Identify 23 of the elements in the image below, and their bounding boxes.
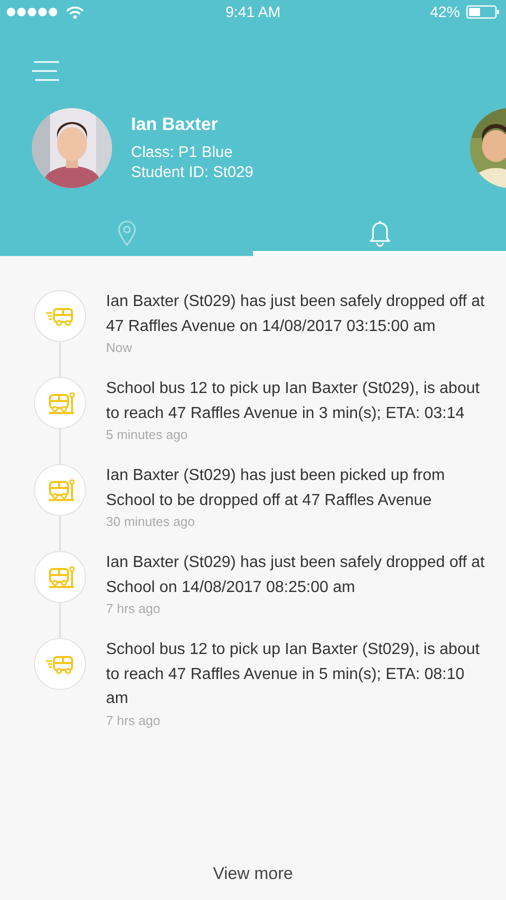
student-class: Class: P1 Blue [131, 142, 234, 162]
notification-text: Ian Baxter (St029) has just been safely dropped off at School on 14/08/2017 08:25:00 am [106, 553, 486, 598]
notification-text: Ian Baxter (St029) has just been picked up from School to be dropped off at 47 Raffles Avenue [106, 466, 446, 510]
notification-time: 7 hrs ago [106, 712, 162, 730]
menu-button[interactable] [32, 58, 60, 84]
battery-icon [466, 5, 500, 19]
location-pin-icon [116, 220, 136, 246]
notification-text: School bus 12 to pick up Ian Baxter (St029), is about to reach 47 Raffles Avenue in 3 min(s); ETA: 03:14 [106, 379, 481, 424]
notification-time: 30 minutes ago [106, 513, 196, 531]
student-name: Ian Baxter [131, 114, 220, 134]
notification-time: 5 minutes ago [106, 426, 189, 444]
view-more-button[interactable]: View more [205, 860, 301, 888]
signal-icon [6, 7, 58, 17]
notification-text: Ian Baxter (St029) has just been safely dropped off at 47 Raffles Avenue on 14/08/2017 03:15:00 am [106, 292, 486, 336]
notification-text: School bus 12 to pick up Ian Baxter (St029), is about to reach 47 Raffles Avenue in 5 min(s); ETA: 08:10 am [106, 640, 481, 709]
notification-time: 7 hrs ago [106, 600, 162, 618]
menu-icon [32, 60, 60, 82]
battery-percentage: 42% [430, 4, 460, 20]
student-id: Student ID: St029 [131, 162, 254, 182]
status-time: 9:41 AM [225, 4, 281, 20]
notification-time: Now [106, 339, 134, 357]
wifi-icon [66, 6, 84, 18]
bell-icon [368, 218, 392, 246]
